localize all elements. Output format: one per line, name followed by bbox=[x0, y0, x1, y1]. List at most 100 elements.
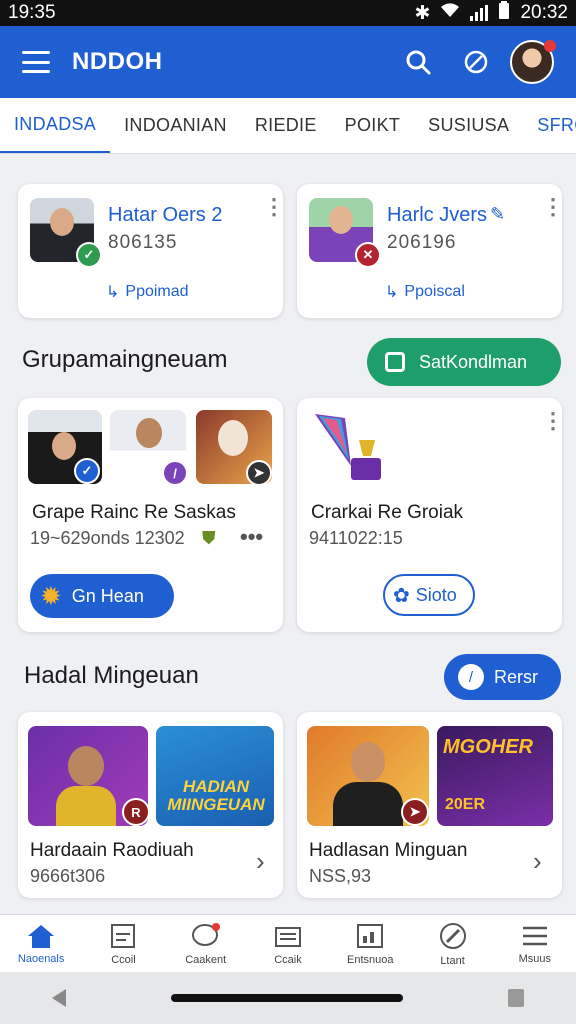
group-card[interactable]: ✓ / ➤ Grape Rainc Re Saskas 19~629onds 1… bbox=[18, 398, 283, 632]
chevron-right-icon[interactable]: › bbox=[533, 846, 542, 877]
banner-text-secondary: 20ER bbox=[445, 796, 486, 813]
nav-item-ccaik[interactable]: Ccaik bbox=[247, 915, 329, 972]
nav-item-entsnuoa[interactable]: Entsnuoa bbox=[329, 915, 411, 972]
media-card-subtitle: 9666t306 bbox=[30, 866, 106, 886]
profile-avatar[interactable] bbox=[510, 40, 556, 84]
shield-icon: ⛊ bbox=[202, 528, 216, 548]
recents-icon[interactable] bbox=[507, 989, 524, 1007]
group-action-label: Sioto bbox=[415, 584, 457, 605]
media-card[interactable]: ➤ MGOHER 20ER Hadlasan Minguan NSS,93 › bbox=[297, 712, 562, 898]
status-time-right: 20:32 bbox=[520, 2, 568, 23]
nav-label: Msuus bbox=[518, 952, 552, 965]
inbox-icon bbox=[274, 926, 301, 947]
nav-label: Entsnuoa bbox=[347, 953, 394, 966]
media-banner: MGOHER 20ER bbox=[437, 726, 553, 826]
bottom-navigation: Naoenals Ccoil Caakent Ccaik Entsnuoa Lt… bbox=[0, 914, 576, 972]
group-card-title: Crarkai Re Groiak bbox=[311, 502, 464, 523]
status-icons: ✱ 20:32 bbox=[415, 1, 568, 25]
banner-text: MGOHER bbox=[443, 736, 533, 758]
more-options-icon[interactable]: ⋮ bbox=[542, 410, 564, 432]
bluetooth-icon: ✱ bbox=[414, 2, 431, 24]
media-badge: R bbox=[122, 798, 150, 826]
more-options-icon[interactable]: ⋮ bbox=[263, 196, 285, 218]
nav-item-chat[interactable]: Caakent bbox=[165, 915, 247, 972]
wifi-icon bbox=[440, 2, 460, 24]
back-icon[interactable] bbox=[52, 989, 67, 1007]
status-bar: 19:35 ✱ 20:32 bbox=[0, 0, 576, 26]
section-action-label: Rersr bbox=[494, 666, 538, 687]
block-icon[interactable] bbox=[456, 42, 496, 82]
send-badge-icon: ➤ bbox=[401, 798, 429, 826]
tab-poikt[interactable]: POIKT bbox=[331, 98, 415, 153]
nav-label: Ccoil bbox=[111, 953, 136, 966]
search-icon[interactable] bbox=[398, 42, 438, 82]
section-title: Hadal Mingeuan bbox=[24, 662, 199, 689]
compass-icon bbox=[439, 922, 466, 949]
nav-label: Ltant bbox=[440, 954, 465, 967]
contact-card[interactable]: ✕ Harlc Jvers ✎ 206196 ⋮ ↳ Ppoiscal bbox=[297, 184, 564, 318]
menu-icon[interactable] bbox=[22, 51, 50, 73]
contact-name[interactable]: Hatar Oers 2 bbox=[108, 204, 222, 227]
nav-label: Naoenals bbox=[17, 952, 65, 965]
sun-icon: ✹ bbox=[40, 580, 62, 611]
group-card-subtitle: 19~629onds 12302 bbox=[30, 528, 185, 548]
profile-link-icon: ↳ bbox=[106, 284, 120, 301]
tools-badge-icon: ✕ bbox=[355, 242, 381, 268]
group-action-button[interactable]: ✿ Sioto bbox=[383, 574, 475, 616]
media-card[interactable]: R HADIAN MIINGEUAN Hardaain Raodiuah 966… bbox=[18, 712, 283, 898]
more-options-icon[interactable]: ⋮ bbox=[542, 196, 564, 218]
system-navigation bbox=[0, 972, 576, 1024]
contact-link-label: Ppoimad bbox=[125, 283, 189, 300]
group-action-button[interactable]: ✹ Gn Hean bbox=[30, 574, 174, 618]
chevron-right-icon[interactable]: › bbox=[256, 846, 265, 877]
home-gesture-bar[interactable] bbox=[170, 994, 403, 1002]
banner-text: HADIAN MIINGEUAN bbox=[167, 777, 265, 814]
send-badge-icon: ➤ bbox=[246, 460, 272, 486]
nav-label: Ccaik bbox=[274, 953, 302, 966]
tab-indadsa[interactable]: INDADSA bbox=[0, 98, 111, 153]
tab-bar: INDADSA INDOANIAN RIEDIE POIKT SUSIUSA S… bbox=[0, 98, 576, 154]
app-bar: NDDOH bbox=[0, 26, 576, 98]
trophy-icon bbox=[311, 410, 391, 490]
contact-name[interactable]: Harlc Jvers bbox=[387, 204, 487, 227]
section-action-button[interactable]: SatKondlman bbox=[367, 338, 561, 386]
more-horizontal-icon[interactable]: ••• bbox=[240, 524, 263, 550]
group-card[interactable]: ⋮ Crarkai Re Groiak 9411022:15 ✿ Sioto bbox=[297, 398, 564, 632]
section-title: Grupamaingneuam bbox=[22, 346, 228, 373]
signal-icon bbox=[470, 5, 489, 21]
media-card-title: Hadlasan Minguan bbox=[309, 840, 468, 861]
menu-icon bbox=[522, 926, 547, 945]
tab-indoanian[interactable]: INDOANIAN bbox=[110, 98, 241, 153]
nav-label: Caakent bbox=[185, 953, 227, 966]
tab-sfrg[interactable]: SFRG bbox=[523, 98, 576, 153]
contact-card[interactable]: ✓ Hatar Oers 2 806135 ⋮ ↳ Ppoimad bbox=[18, 184, 285, 318]
section-action-label: SatKondlman bbox=[419, 351, 528, 372]
tab-susiusa[interactable]: SUSIUSA bbox=[414, 98, 523, 153]
media-banner: HADIAN MIINGEUAN bbox=[156, 726, 274, 826]
document-icon bbox=[111, 923, 136, 948]
profile-link-icon: ↳ bbox=[385, 284, 399, 301]
settings-icon: ✿ bbox=[393, 584, 410, 607]
notification-dot bbox=[544, 40, 556, 52]
group-card-title: Grape Rainc Re Saskas bbox=[32, 502, 236, 523]
tab-riedie[interactable]: RIEDIE bbox=[241, 98, 331, 153]
contact-link[interactable]: ↳ Ppoimad bbox=[106, 282, 189, 302]
edit-icon: / bbox=[458, 664, 484, 690]
edit-badge-icon: / bbox=[162, 460, 188, 486]
status-time-left: 19:35 bbox=[8, 2, 56, 23]
contact-number: 206196 bbox=[387, 232, 457, 253]
media-card-title: Hardaain Raodiuah bbox=[30, 840, 194, 861]
contact-link[interactable]: ↳ Ppoiscal bbox=[385, 282, 465, 302]
nav-item-home[interactable]: Naoenals bbox=[0, 915, 82, 972]
contact-number: 806135 bbox=[108, 232, 178, 253]
section-action-button[interactable]: / Rersr bbox=[444, 654, 561, 700]
nav-item-ccoil[interactable]: Ccoil bbox=[82, 915, 164, 972]
edit-icon[interactable]: ✎ bbox=[490, 204, 505, 225]
battery-icon bbox=[498, 1, 510, 25]
chat-icon bbox=[191, 922, 220, 946]
app-title: NDDOH bbox=[72, 48, 163, 75]
nav-item-menu[interactable]: Msuus bbox=[494, 915, 576, 972]
nav-item-ltant[interactable]: Ltant bbox=[411, 915, 493, 972]
verified-check-icon: ✓ bbox=[76, 242, 102, 268]
group-card-subtitle: 9411022:15 bbox=[309, 528, 403, 548]
